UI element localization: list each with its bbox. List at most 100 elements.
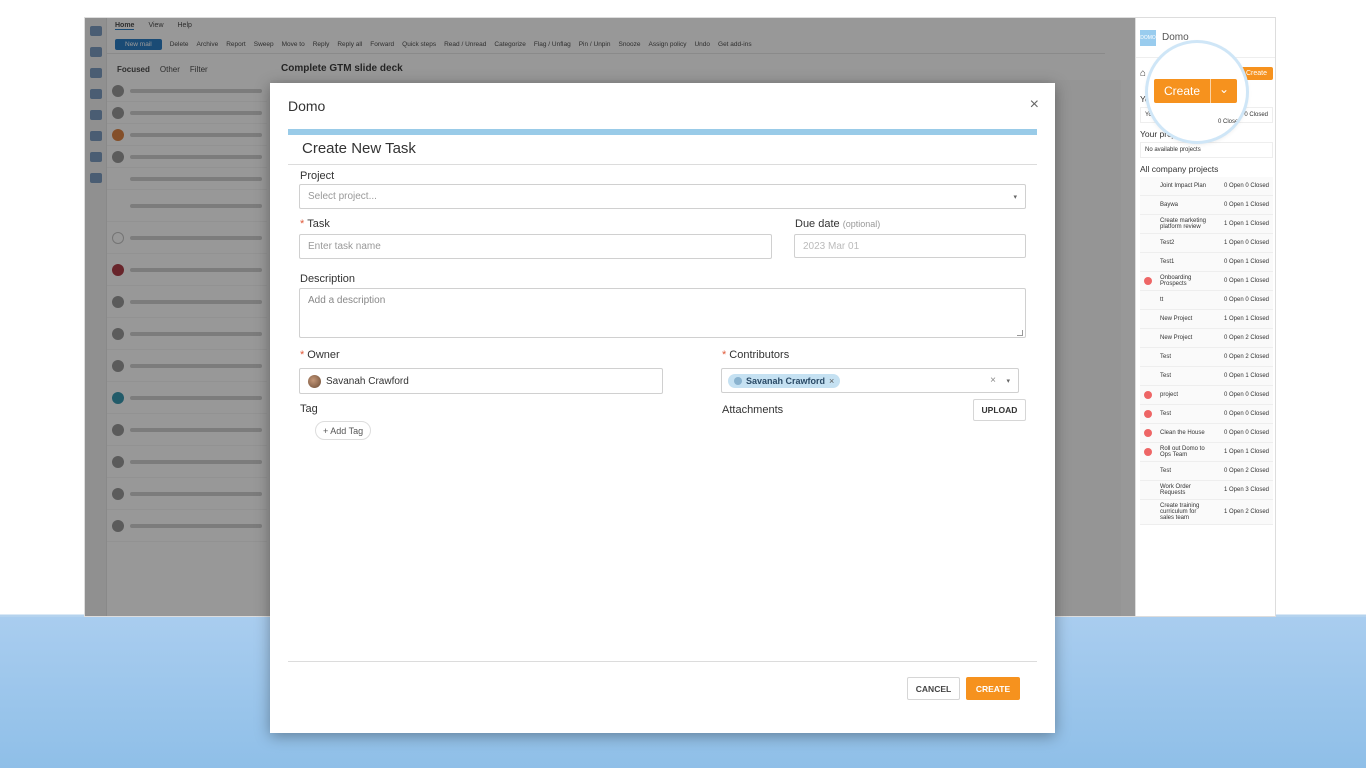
remove-chip-icon[interactable]: × [829, 376, 834, 386]
project-name: Clean the House [1160, 430, 1205, 436]
project-name: project [1160, 392, 1179, 398]
owner-value: Savanah Crawford [308, 374, 409, 388]
attachments-label-text: Attachments [722, 404, 784, 416]
table-row[interactable]: Test 0 Open 0 Closed [1140, 405, 1273, 424]
project-status: 1 Open 1 Closed [1223, 449, 1269, 455]
project-name: Test2 [1160, 240, 1175, 246]
description-placeholder: Add a description [308, 295, 386, 306]
alert-dot-icon [1144, 448, 1152, 456]
table-row[interactable]: Joint Impact Plan 0 Open 0 Closed [1140, 177, 1273, 196]
create-task-dialog: Domo × Create New Task Project Select pr… [270, 83, 1055, 733]
table-row[interactable]: New Project 0 Open 2 Closed [1140, 329, 1273, 348]
create-button-callout: Create ⌄ 0 Closed [1148, 43, 1246, 141]
project-status: 0 Open 0 Closed [1223, 183, 1269, 189]
project-name: Joint Impact Plan [1160, 183, 1207, 189]
due-date-label: Due date (optional) [795, 218, 880, 230]
due-date-input[interactable]: 2023 Mar 01 [794, 234, 1026, 258]
project-name: New Project [1160, 316, 1193, 322]
project-name: Baywa [1160, 202, 1179, 208]
divider [288, 164, 1037, 165]
required-mark: * [300, 349, 305, 361]
create-button[interactable]: CREATE [966, 677, 1020, 700]
your-tasks-status: 0 Closed [1244, 112, 1268, 118]
project-status: 1 Open 1 Closed [1223, 221, 1269, 227]
table-row[interactable]: Onboarding Prospects 0 Open 1 Closed [1140, 272, 1273, 291]
company-project-list: Joint Impact Plan 0 Open 0 Closed Baywa 0 O… [1136, 177, 1275, 525]
project-name: Roll out Domo to Ops Team [1160, 446, 1205, 458]
alert-dot-icon [1144, 429, 1152, 437]
project-status: 1 Open 0 Closed [1223, 240, 1269, 246]
dialog-heading: Create New Task [302, 140, 416, 157]
table-row[interactable]: Test 0 Open 1 Closed [1140, 367, 1273, 386]
table-row[interactable]: project 0 Open 0 Closed [1140, 386, 1273, 405]
task-label-text: Task [307, 218, 330, 230]
table-row[interactable]: tt 0 Open 0 Closed [1140, 291, 1273, 310]
optional-note: (optional) [842, 219, 881, 229]
project-status: 1 Open 2 Closed [1223, 509, 1269, 515]
project-label: Project [300, 170, 334, 182]
cancel-button[interactable]: CANCEL [907, 677, 960, 700]
domo-panel-title: Domo [1162, 32, 1189, 43]
close-icon[interactable]: × [1030, 96, 1039, 114]
contributors-select[interactable]: Savanah Crawford × × ▾ [721, 368, 1019, 393]
project-name: Create training curriculum for sales tea… [1160, 503, 1200, 521]
table-row[interactable]: New Project 1 Open 1 Closed [1140, 310, 1273, 329]
contributor-name: Savanah Crawford [746, 375, 826, 386]
project-name: tt [1160, 297, 1164, 303]
project-status: 0 Open 1 Closed [1223, 373, 1269, 379]
project-status: 0 Open 0 Closed [1223, 430, 1269, 436]
resize-handle-icon[interactable] [1017, 330, 1023, 336]
project-status: 0 Open 0 Closed [1223, 297, 1269, 303]
table-row[interactable]: Create marketing platform review 1 Open 1… [1140, 215, 1273, 234]
due-date-label-text: Due date [795, 218, 840, 230]
due-date-placeholder: 2023 Mar 01 [803, 240, 860, 252]
chevron-down-icon[interactable]: ⌄ [1211, 79, 1237, 103]
attachments-label: Attachments [722, 404, 783, 416]
avatar [308, 374, 321, 388]
owner-select[interactable]: Savanah Crawford [299, 368, 663, 394]
owner-label: * Owner [300, 349, 340, 361]
your-projects-empty: No available projects [1140, 142, 1273, 158]
table-row[interactable]: Test1 0 Open 1 Closed [1140, 253, 1273, 272]
task-name-input[interactable]: Enter task name [299, 234, 772, 259]
table-row[interactable]: Work Order Requests 1 Open 3 Closed [1140, 481, 1273, 500]
table-row[interactable]: Test2 1 Open 0 Closed [1140, 234, 1273, 253]
table-row[interactable]: Test 0 Open 2 Closed [1140, 462, 1273, 481]
project-status: 0 Open 2 Closed [1223, 335, 1269, 341]
home-icon[interactable]: ⌂ [1140, 68, 1146, 79]
panel-create-button[interactable]: Create [1239, 66, 1273, 80]
table-row[interactable]: Create training curriculum for sales tea… [1140, 500, 1273, 525]
person-icon [734, 376, 742, 385]
project-status: 0 Open 0 Closed [1223, 411, 1269, 417]
description-label: Description [300, 273, 355, 285]
callout-create-button[interactable]: Create ⌄ [1154, 79, 1238, 103]
description-label-text: Description [300, 273, 356, 285]
callout-create-label[interactable]: Create [1154, 79, 1212, 103]
contributor-chip[interactable]: Savanah Crawford × [728, 373, 841, 388]
project-status: 0 Open 1 Closed [1223, 202, 1269, 208]
project-status: 1 Open 1 Closed [1223, 316, 1269, 322]
dialog-accent-band [288, 129, 1037, 135]
alert-dot-icon [1144, 410, 1152, 418]
project-status: 1 Open 3 Closed [1223, 487, 1269, 493]
project-name: Test [1160, 411, 1172, 417]
table-row[interactable]: Roll out Domo to Ops Team 1 Open 1 Closed [1140, 443, 1273, 462]
add-tag-button[interactable]: + Add Tag [315, 421, 372, 440]
project-status: 0 Open 2 Closed [1223, 468, 1269, 474]
table-row[interactable]: Baywa 0 Open 1 Closed [1140, 196, 1273, 215]
project-select[interactable]: Select project... ▾ [299, 184, 1026, 209]
table-row[interactable]: Test 0 Open 2 Closed [1140, 348, 1273, 367]
project-name: Test [1160, 354, 1172, 360]
description-textarea[interactable]: Add a description [299, 288, 1026, 338]
upload-button[interactable]: UPLOAD [973, 399, 1026, 421]
project-status: 0 Open 0 Closed [1223, 392, 1269, 398]
project-status: 0 Open 1 Closed [1223, 278, 1269, 284]
project-name: Test [1160, 468, 1172, 474]
clear-icon[interactable]: × [990, 375, 996, 386]
dropdown-caret-icon[interactable]: ▾ [1006, 377, 1010, 385]
owner-label-text: Owner [307, 349, 340, 361]
project-status: 0 Open 1 Closed [1223, 259, 1269, 265]
callout-closed-note: 0 Closed [1218, 119, 1242, 125]
project-status: 0 Open 2 Closed [1223, 354, 1269, 360]
table-row[interactable]: Clean the House 0 Open 0 Closed [1140, 424, 1273, 443]
